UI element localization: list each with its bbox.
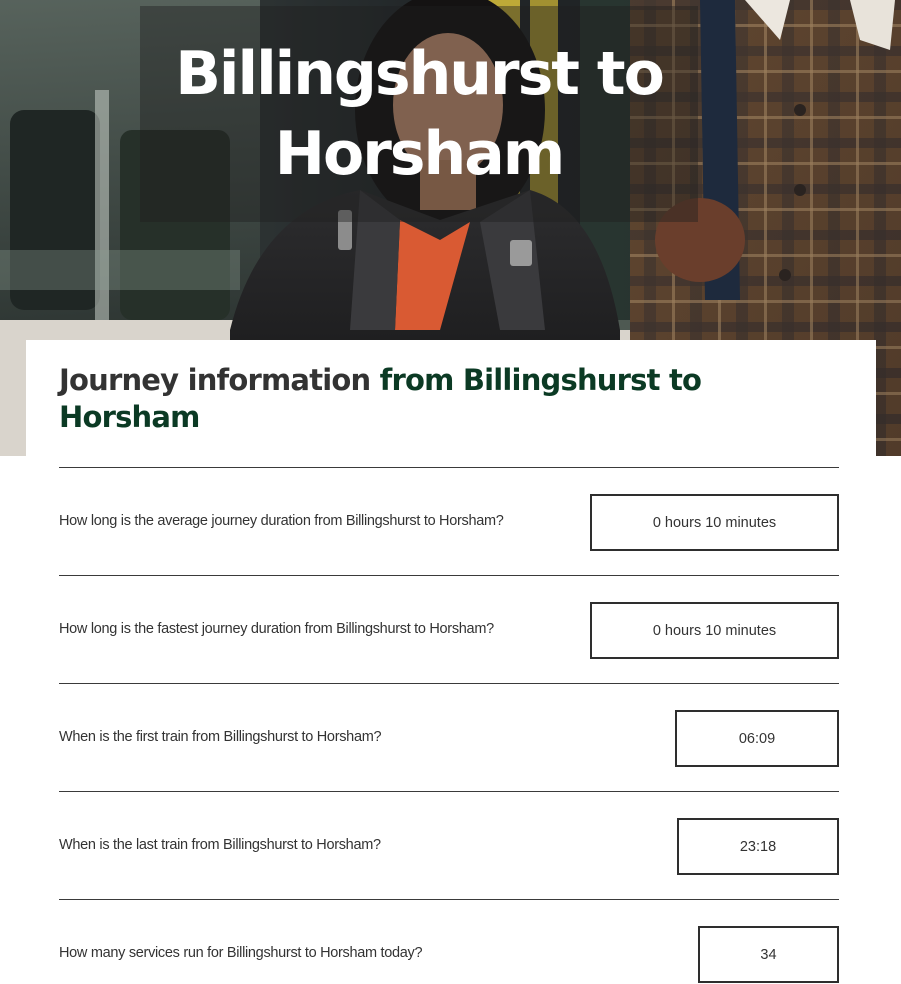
faq-question: How many services run for Billingshurst … [59,945,423,961]
faq-answer: 0 hours 10 minutes [590,602,839,659]
faq-answer: 34 [698,926,839,983]
faq-row-services-today: How many services run for Billingshurst … [59,899,839,984]
journey-info-heading-lead: Journey information [59,363,371,397]
hero-title-overlay: Billingshurst to Horsham [140,6,698,222]
faq-row-average-duration: How long is the average journey duration… [59,467,839,575]
faq-question: How long is the average journey duration… [59,513,504,529]
faq-question: How long is the fastest journey duration… [59,621,494,637]
faq-question: When is the last train from Billingshurs… [59,837,381,853]
journey-info-card: Journey information from Billingshurst t… [26,340,876,456]
faq-answer: 06:09 [675,710,839,767]
page: Billingshurst to Horsham Journey informa… [0,0,901,984]
journey-info-heading: Journey information from Billingshurst t… [59,362,759,436]
faq-row-last-train: When is the last train from Billingshurs… [59,791,839,899]
faq-question: When is the first train from Billingshur… [59,729,382,745]
page-title: Billingshurst to Horsham [175,39,665,189]
faq-answer: 23:18 [677,818,839,875]
journey-faq-list: How long is the average journey duration… [59,467,839,984]
faq-row-first-train: When is the first train from Billingshur… [59,683,839,791]
faq-row-fastest-duration: How long is the fastest journey duration… [59,575,839,683]
faq-answer: 0 hours 10 minutes [590,494,839,551]
